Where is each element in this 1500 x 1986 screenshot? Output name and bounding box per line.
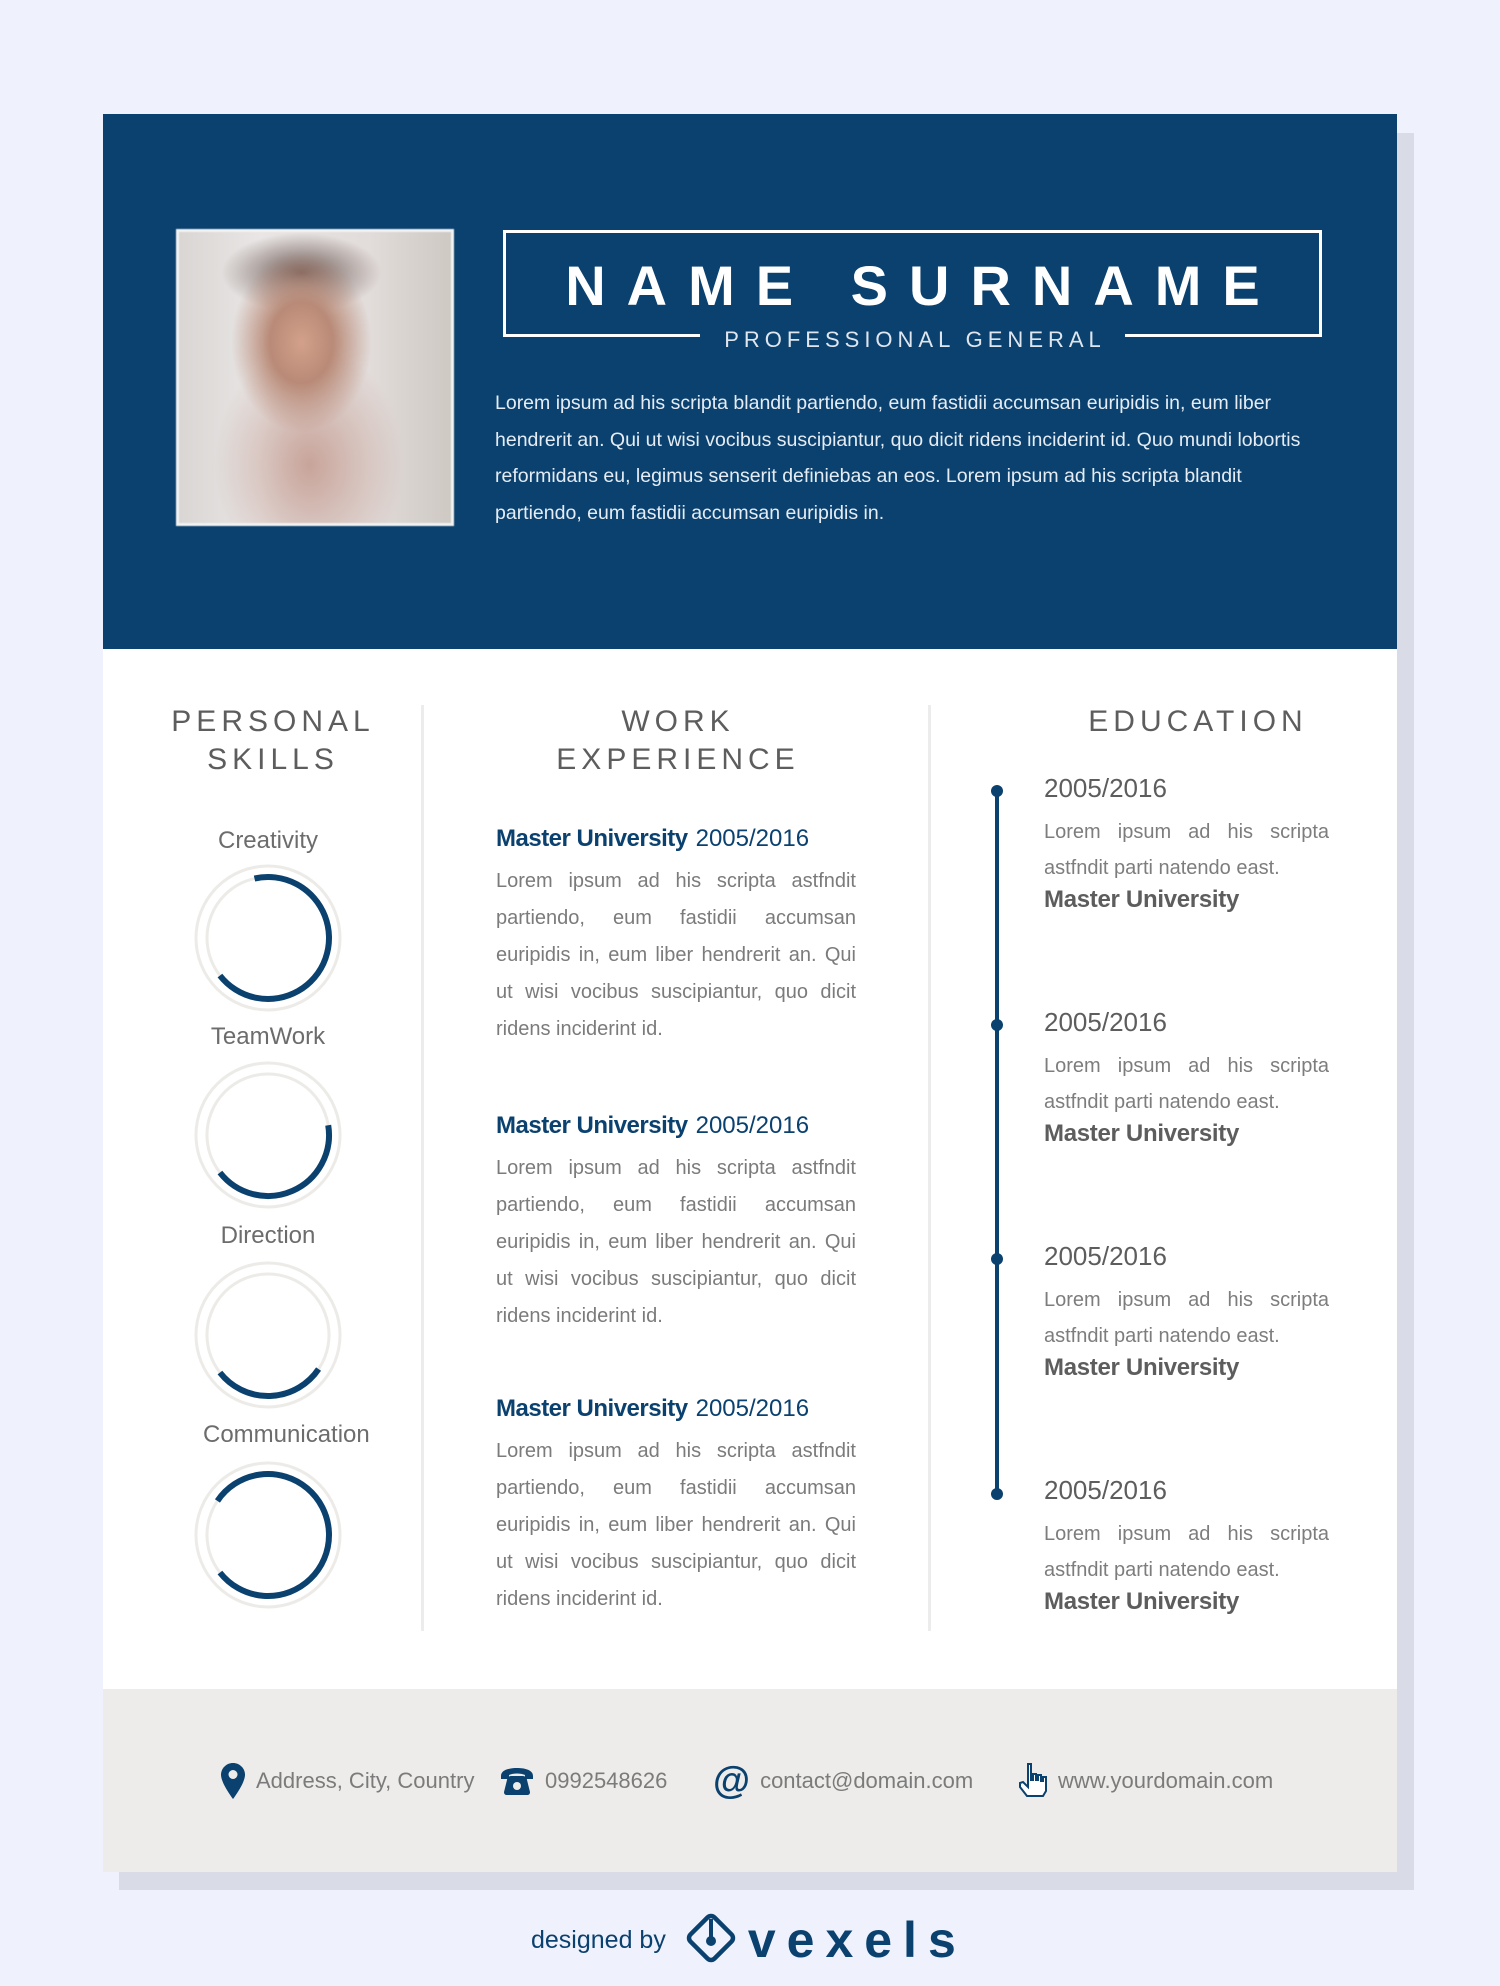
work-heading-line2: EXPERIENCE [556, 743, 800, 776]
contact-phone: 0992548626 [499, 1761, 667, 1801]
skills-heading-line1: PERSONAL [171, 705, 375, 738]
work-entry-title: Master University [496, 1112, 688, 1139]
column-divider [928, 705, 931, 1631]
timeline-dot [991, 1019, 1003, 1031]
work-entry-header: Master University 2005/2016 [496, 825, 856, 853]
work-entry-header: Master University 2005/2016 [496, 1112, 856, 1140]
work-entry-description: Lorem ipsum ad his scripta astfndit part… [496, 1440, 856, 1610]
map-pin-icon [220, 1762, 246, 1800]
education-entry-date: 2005/2016 [1044, 773, 1167, 803]
skill-ring-progress-arc [217, 874, 332, 1002]
resume-card: NAME SURNAME PROFESSIONAL GENERAL Lorem … [103, 114, 1397, 1872]
education-entry-date: 2005/2016 [1044, 1007, 1167, 1037]
work-entry-header: Master University 2005/2016 [496, 1395, 856, 1423]
vexels-logo-icon [684, 1911, 738, 1970]
skill-progress-ring [194, 1061, 342, 1209]
work-entry: Master University 2005/2016 Lorem ipsum a… [496, 1112, 856, 1335]
education-heading: EDUCATION [1088, 705, 1308, 738]
skill-ring-progress-arc [214, 1471, 332, 1599]
work-entry-title: Master University [496, 825, 688, 852]
skill-ring-outer-track [194, 864, 342, 1012]
skill-label: Creativity [217, 827, 319, 854]
education-entry: 2005/2016 Lorem ipsum ad his scripta ast… [1044, 1475, 1329, 1616]
designer-credit: designed by vexels [531, 1910, 967, 1970]
contact-website: www.yourdomain.com [1018, 1761, 1273, 1801]
education-entry: 2005/2016 Lorem ipsum ad his scripta ast… [1044, 773, 1329, 914]
education-entry-school: Master University [1044, 1354, 1239, 1381]
skill-progress-ring [194, 1461, 342, 1609]
work-entry-date: 2005/2016 [695, 825, 810, 852]
credit-brand: vexels [747, 1912, 967, 1968]
name-title: NAME SURNAME [565, 254, 1281, 317]
skill-ring-progress-arc [217, 1367, 322, 1399]
education-entry-description: Lorem ipsum ad his scripta astfndit part… [1044, 1523, 1329, 1581]
summary-text: Lorem ipsum ad his scripta blandit parti… [495, 392, 1301, 524]
skill-ring-outer-track [194, 1461, 342, 1609]
education-entry-school: Master University [1044, 1120, 1239, 1147]
skills-heading: PERSONAL SKILLS [158, 703, 388, 779]
work-entry-description: Lorem ipsum ad his scripta astfndit part… [496, 870, 856, 1040]
education-entry-school: Master University [1044, 1588, 1239, 1615]
contact-email-text: contact@domain.com [760, 1768, 974, 1793]
timeline-dot [991, 1253, 1003, 1265]
at-sign-icon: @ [713, 1760, 751, 1802]
contact-address-text: Address, City, Country [256, 1768, 475, 1793]
timeline-dot [991, 1488, 1003, 1500]
skill-label: Direction [220, 1222, 316, 1249]
timeline-line [995, 791, 999, 1494]
education-entry: 2005/2016 Lorem ipsum ad his scripta ast… [1044, 1241, 1329, 1382]
skill-ring-progress-arc [217, 1124, 332, 1199]
education-entry: 2005/2016 Lorem ipsum ad his scripta ast… [1044, 1007, 1329, 1148]
work-entry: Master University 2005/2016 Lorem ipsum a… [496, 825, 856, 1048]
column-divider [421, 705, 424, 1631]
education-entry-school: Master University [1044, 886, 1239, 913]
skill-label: TeamWork [210, 1023, 326, 1050]
job-subtitle: PROFESSIONAL GENERAL [724, 327, 1106, 352]
profile-photo [176, 229, 454, 526]
work-entry-description: Lorem ipsum ad his scripta astfndit part… [496, 1157, 856, 1327]
work-heading: WORK EXPERIENCE [543, 703, 813, 779]
work-entry-date: 2005/2016 [695, 1112, 810, 1139]
credit-prefix: designed by [531, 1925, 666, 1954]
education-entry-description: Lorem ipsum ad his scripta astfndit part… [1044, 821, 1329, 879]
education-entry-description: Lorem ipsum ad his scripta astfndit part… [1044, 1289, 1329, 1347]
skill-progress-ring [194, 864, 342, 1012]
skill-progress-ring [194, 1261, 342, 1409]
skills-heading-line2: SKILLS [207, 743, 339, 776]
telephone-icon [499, 1766, 535, 1796]
work-entry-date: 2005/2016 [695, 1395, 810, 1422]
name-box: NAME SURNAME PROFESSIONAL GENERAL [503, 230, 1322, 352]
education-entry-date: 2005/2016 [1044, 1475, 1167, 1505]
education-entry-description: Lorem ipsum ad his scripta astfndit part… [1044, 1055, 1329, 1113]
pointer-hand-icon [1018, 1762, 1048, 1800]
skill-ring-outer-track [194, 1261, 342, 1409]
timeline-dot [991, 785, 1003, 797]
contact-website-text: www.yourdomain.com [1058, 1768, 1274, 1793]
skill-label: Communication [203, 1421, 370, 1448]
header: NAME SURNAME PROFESSIONAL GENERAL Lorem … [103, 114, 1397, 649]
work-entry: Master University 2005/2016 Lorem ipsum a… [496, 1395, 856, 1618]
contact-address: Address, City, Country [220, 1761, 474, 1801]
education-entry-date: 2005/2016 [1044, 1241, 1167, 1271]
work-entry-title: Master University [496, 1395, 688, 1422]
contact-phone-text: 0992548626 [545, 1768, 668, 1793]
skill-ring-outer-track [194, 1061, 342, 1209]
contact-footer: Address, City, Country 0992548626 @ cont… [103, 1689, 1397, 1872]
work-heading-line1: WORK [621, 705, 735, 738]
contact-email: @ contact@domain.com [713, 1761, 973, 1801]
